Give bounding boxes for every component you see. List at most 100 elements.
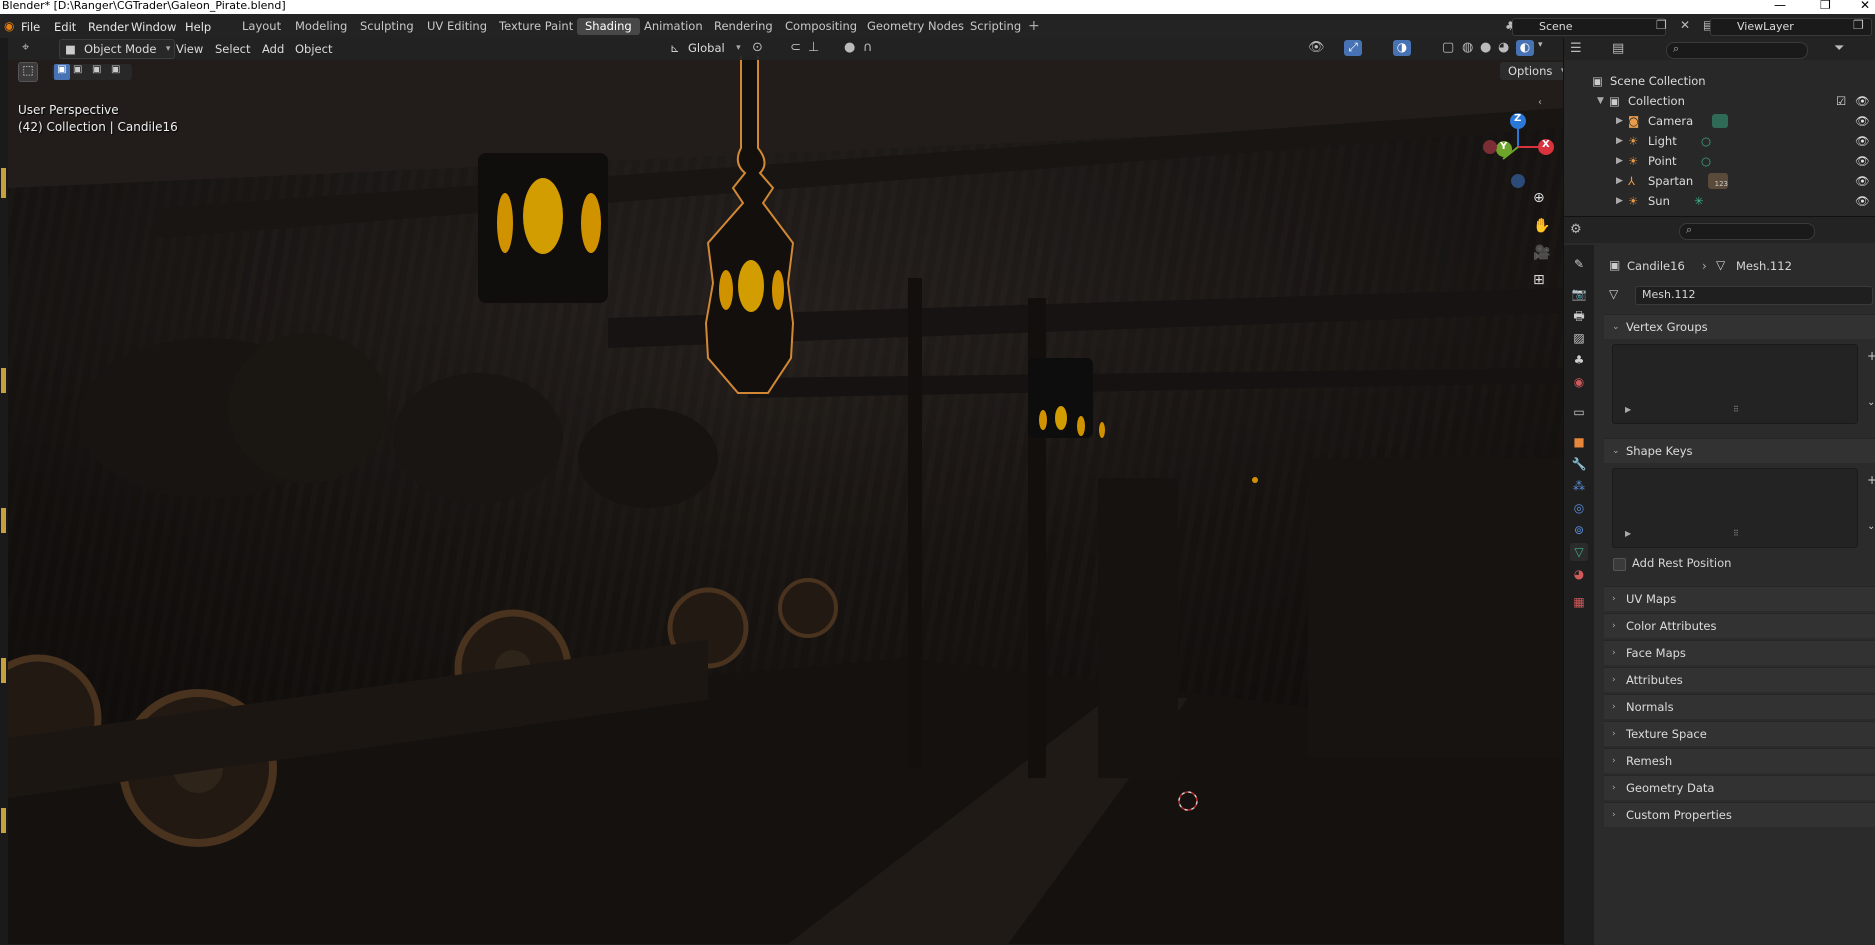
- tab-uv-editing[interactable]: UV Editing: [419, 18, 495, 35]
- editor-type-icon[interactable]: ☰: [1570, 41, 1582, 56]
- new-view-layer-icon[interactable]: ❐: [1853, 18, 1864, 32]
- editor-type-icon[interactable]: ⌖: [22, 40, 29, 55]
- wireframe-shading-icon[interactable]: ◍: [1462, 40, 1473, 55]
- delete-scene-icon[interactable]: ✕: [1680, 18, 1690, 32]
- display-mode-icon[interactable]: ▤: [1612, 41, 1624, 56]
- proportional-edit-icon[interactable]: ●: [844, 40, 855, 55]
- add-workspace-icon[interactable]: +: [1028, 18, 1040, 34]
- outliner-row-object[interactable]: ▶ ☀ Point ○ 👁: [1564, 151, 1875, 171]
- panel-texture-space[interactable]: › Texture Space: [1604, 721, 1875, 746]
- world-tab-icon[interactable]: ◉: [1570, 373, 1588, 391]
- visibility-icon[interactable]: 👁: [1308, 40, 1325, 55]
- add-shape-key-icon[interactable]: +: [1867, 473, 1875, 487]
- render-tab-icon[interactable]: 📷: [1570, 285, 1588, 303]
- view-layer-field[interactable]: ViewLayer: [1710, 18, 1872, 36]
- pivot-point-icon[interactable]: ⊙: [752, 40, 763, 55]
- disclosure-closed-icon[interactable]: ▶: [1616, 191, 1623, 211]
- tab-geometry-nodes[interactable]: Geometry Nodes: [859, 18, 972, 35]
- falloff-icon[interactable]: ∩: [863, 40, 873, 55]
- menu-window[interactable]: Window: [131, 20, 176, 34]
- snap-icon[interactable]: ⊂: [790, 40, 801, 55]
- 3d-viewport[interactable]: ⌖ ■ Object Mode ▾ View Select Add Object…: [8, 38, 1563, 944]
- select-intersect-icon[interactable]: ▣: [111, 64, 120, 75]
- gizmo-toggle-icon[interactable]: ⤢: [1344, 40, 1362, 56]
- vertex-groups-list[interactable]: ▶ ⠿: [1612, 344, 1858, 424]
- tab-compositing[interactable]: Compositing: [777, 18, 865, 35]
- material-tab-icon[interactable]: ◕: [1570, 565, 1588, 583]
- disclosure-closed-icon[interactable]: ▶: [1616, 111, 1623, 131]
- transform-orientation-dropdown[interactable]: ⊾ Global ▾: [666, 39, 743, 57]
- disclosure-closed-icon[interactable]: ▶: [1616, 171, 1623, 191]
- outliner-row-object[interactable]: ▶ ⅄ Spartan 123 👁: [1564, 171, 1875, 191]
- tab-texture-paint[interactable]: Texture Paint: [491, 18, 581, 35]
- disclosure-closed-icon[interactable]: ▶: [1616, 131, 1623, 151]
- scene-field[interactable]: Scene: [1512, 18, 1666, 36]
- panel-geometry-data[interactable]: › Geometry Data: [1604, 775, 1875, 800]
- rendered-shading-icon[interactable]: ◐: [1516, 40, 1534, 56]
- outliner-row-object[interactable]: ▶ ☀ Light ○ 👁: [1564, 131, 1875, 151]
- tab-modeling[interactable]: Modeling: [287, 18, 355, 35]
- camera-view-icon[interactable]: 🎥: [1533, 245, 1550, 261]
- constraints-tab-icon[interactable]: ⊚: [1570, 521, 1588, 539]
- menu-view[interactable]: View: [176, 40, 203, 58]
- disclosure-open-icon[interactable]: ▼: [1597, 91, 1604, 111]
- checkbox-icon[interactable]: ☑: [1836, 91, 1846, 111]
- select-extend-icon[interactable]: ▣: [73, 64, 82, 75]
- panel-face-maps[interactable]: › Face Maps: [1604, 640, 1875, 665]
- tab-scripting[interactable]: Scripting: [962, 18, 1029, 35]
- select-subtract-icon[interactable]: ▣: [92, 64, 101, 75]
- add-rest-position-checkbox[interactable]: [1613, 558, 1626, 571]
- close-icon[interactable]: ✕: [1860, 0, 1870, 12]
- view-layer-tab-icon[interactable]: ▨: [1570, 329, 1588, 347]
- eye-icon[interactable]: 👁: [1855, 131, 1870, 151]
- collection-tab-icon[interactable]: ▭: [1570, 403, 1588, 421]
- menu-render[interactable]: Render: [88, 20, 129, 34]
- collapse-sidebar-icon[interactable]: ‹: [1538, 97, 1542, 108]
- mesh-data-tab-icon[interactable]: ▽: [1570, 543, 1588, 561]
- list-expand-icon[interactable]: ▶: [1625, 529, 1631, 538]
- ortho-grid-icon[interactable]: ⊞: [1533, 272, 1545, 288]
- panel-shape-keys[interactable]: ⌄ Shape Keys: [1604, 438, 1875, 463]
- eye-icon[interactable]: 👁: [1855, 171, 1870, 191]
- filter-icon[interactable]: ⏷: [1834, 41, 1844, 56]
- mesh-name-field[interactable]: Mesh.112: [1635, 286, 1873, 305]
- shape-keys-list[interactable]: ▶ ⠿: [1612, 468, 1858, 548]
- object-tab-icon[interactable]: ■: [1570, 433, 1588, 451]
- eye-icon[interactable]: 👁: [1855, 91, 1870, 111]
- select-tool-icon[interactable]: ⬚: [18, 62, 38, 82]
- modifier-tab-icon[interactable]: 🔧: [1570, 455, 1588, 473]
- outliner-row-collection[interactable]: ▼ ▣ Collection ☑ 👁: [1564, 91, 1875, 111]
- particles-tab-icon[interactable]: ⁂: [1570, 477, 1588, 495]
- blender-logo-icon[interactable]: ◉: [4, 19, 14, 33]
- add-vertex-group-icon[interactable]: +: [1867, 349, 1875, 363]
- new-scene-icon[interactable]: ❐: [1656, 18, 1667, 32]
- menu-help[interactable]: Help: [185, 20, 211, 34]
- tool-tab-icon[interactable]: ✎: [1570, 255, 1588, 273]
- panel-vertex-groups[interactable]: ⌄ Vertex Groups: [1604, 314, 1875, 339]
- select-new-icon[interactable]: ▣: [54, 64, 70, 80]
- editor-type-icon[interactable]: ⚙: [1570, 222, 1582, 237]
- list-resize-handle-icon[interactable]: ⠿: [1733, 529, 1739, 538]
- properties-search-input[interactable]: ⌕: [1679, 223, 1815, 240]
- chevron-down-icon[interactable]: ▾: [1538, 40, 1543, 50]
- panel-normals[interactable]: › Normals: [1604, 694, 1875, 719]
- snap-target-icon[interactable]: ⊥: [808, 40, 819, 55]
- scene-tab-icon[interactable]: ♣: [1570, 351, 1588, 369]
- mode-dropdown[interactable]: ■ Object Mode ▾: [59, 39, 176, 59]
- eye-icon[interactable]: 👁: [1855, 111, 1870, 131]
- panel-uv-maps[interactable]: › UV Maps: [1604, 586, 1875, 611]
- tab-layout[interactable]: Layout: [234, 18, 289, 35]
- tab-rendering[interactable]: Rendering: [706, 18, 781, 35]
- outliner-row-object[interactable]: ▶ ◙ Camera 👁: [1564, 111, 1875, 131]
- outliner-row-scene-collection[interactable]: ▣ Scene Collection: [1564, 71, 1875, 91]
- overlays-toggle-icon[interactable]: ◑: [1393, 40, 1411, 56]
- chevron-down-icon[interactable]: ⌄: [1867, 397, 1875, 408]
- solid-shading-icon[interactable]: ●: [1480, 40, 1491, 55]
- tab-animation[interactable]: Animation: [636, 18, 711, 35]
- physics-tab-icon[interactable]: ◎: [1570, 499, 1588, 517]
- menu-object[interactable]: Object: [295, 40, 332, 58]
- disclosure-closed-icon[interactable]: ▶: [1616, 151, 1623, 171]
- navigation-gizmo[interactable]: Z X Y: [1473, 103, 1563, 233]
- menu-file[interactable]: File: [21, 20, 40, 34]
- maximize-icon[interactable]: ❐: [1820, 0, 1831, 12]
